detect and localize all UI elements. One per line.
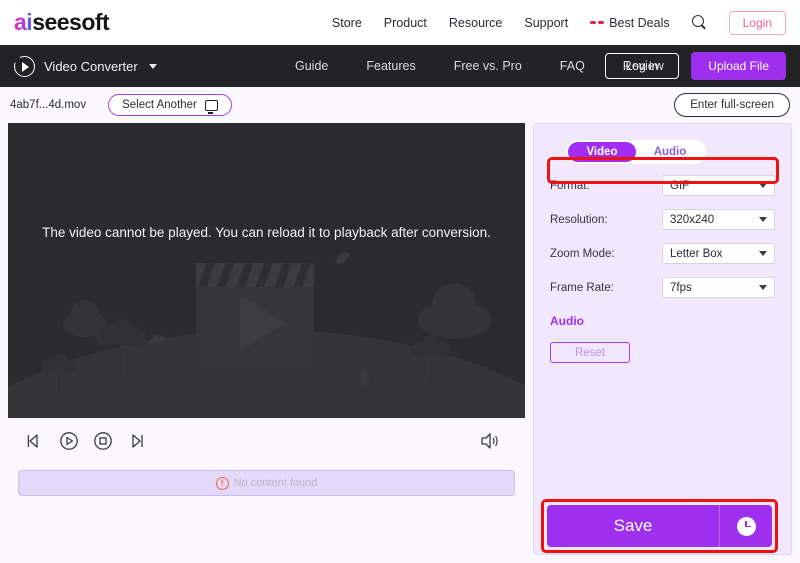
format-label: Format:	[550, 179, 590, 192]
play-triangle-icon	[240, 295, 286, 351]
settings-panel: Video Audio Format: GIF Resolution: 320x…	[533, 123, 792, 555]
nav-item-review[interactable]: Review	[623, 59, 664, 73]
nav-item-guide[interactable]: Guide	[295, 59, 328, 73]
zoom-mode-select[interactable]: Letter Box	[662, 243, 775, 264]
zoom-mode-label: Zoom Mode:	[550, 247, 615, 260]
cloud-icon	[418, 283, 492, 339]
nav-item-features[interactable]: Features	[366, 59, 415, 73]
main-area: The video cannot be played. You can relo…	[0, 123, 800, 555]
topnav-item-support[interactable]: Support	[524, 16, 568, 30]
aiseesoft-logo[interactable]: ai seesoft	[14, 9, 110, 36]
select-another-button[interactable]: Select Another	[108, 94, 232, 116]
product-nav-links: Guide Features Free vs. Pro FAQ Review	[295, 59, 664, 73]
tab-video[interactable]: Video	[568, 142, 636, 162]
save-history-button[interactable]	[720, 516, 772, 536]
select-another-label: Select Another	[122, 99, 197, 111]
top-header: ai seesoft Store Product Resource Support…	[0, 0, 800, 45]
chevron-down-icon[interactable]	[148, 63, 157, 69]
product-name: Video Converter	[44, 58, 138, 74]
zoom-mode-value: Letter Box	[670, 247, 723, 260]
audio-section-heading: Audio	[550, 314, 584, 328]
nav-item-free-vs-pro[interactable]: Free vs. Pro	[454, 59, 522, 73]
format-value: GIF	[670, 179, 690, 192]
clock-icon	[736, 516, 756, 536]
tree-icon	[41, 353, 77, 395]
chevron-down-icon	[759, 285, 767, 290]
no-content-bar: ! No content found	[18, 470, 515, 496]
volume-button[interactable]	[477, 428, 503, 454]
logo-seesoft-text: seesoft	[32, 9, 110, 35]
frame-rate-select[interactable]: 7fps	[662, 277, 775, 298]
setting-row-frame-rate: Frame Rate: 7fps	[550, 275, 775, 300]
frame-rate-value: 7fps	[670, 281, 692, 294]
tree-icon	[96, 319, 146, 377]
login-button[interactable]: Login	[728, 10, 786, 35]
player-controls	[8, 418, 525, 464]
search-icon[interactable]	[691, 15, 707, 30]
video-error-message: The video cannot be played. You can relo…	[42, 225, 491, 240]
media-type-tabs: Video Audio	[566, 140, 706, 164]
tree-icon	[411, 335, 451, 381]
resolution-value: 320x240	[670, 213, 715, 226]
chevron-down-icon	[759, 183, 767, 188]
stop-button[interactable]	[90, 428, 116, 454]
nav-item-faq[interactable]: FAQ	[560, 59, 585, 73]
tab-audio[interactable]: Audio	[636, 142, 704, 162]
topnav-item-resource[interactable]: Resource	[449, 16, 503, 30]
top-nav: Store Product Resource Support Best Deal…	[332, 10, 786, 35]
frame-rate-label: Frame Rate:	[550, 281, 614, 294]
video-stage[interactable]: The video cannot be played. You can relo…	[8, 123, 525, 418]
setting-row-zoom-mode: Zoom Mode: Letter Box	[550, 241, 775, 266]
setting-row-format: Format: GIF	[550, 173, 775, 198]
best-deals-label: Best Deals	[609, 15, 670, 30]
rewind-button[interactable]	[22, 428, 48, 454]
product-brand[interactable]: Video Converter	[14, 55, 157, 77]
product-nav: Video Converter Guide Features Free vs. …	[0, 45, 800, 87]
no-content-text: No content found	[233, 477, 318, 489]
format-select[interactable]: GIF	[662, 175, 775, 196]
warning-icon: !	[215, 476, 229, 490]
play-button[interactable]	[56, 428, 82, 454]
chevron-down-icon	[759, 217, 767, 222]
deals-icon	[590, 18, 605, 27]
resolution-select[interactable]: 320x240	[662, 209, 775, 230]
leaf-icon	[335, 249, 350, 267]
save-area: Save	[547, 505, 772, 547]
enter-full-screen-button[interactable]: Enter full-screen	[674, 93, 790, 117]
video-converter-icon	[14, 55, 35, 77]
file-name: 4ab7f...4d.mov	[10, 99, 87, 111]
save-button[interactable]: Save	[547, 505, 772, 547]
video-section: The video cannot be played. You can relo…	[8, 123, 525, 555]
topnav-item-product[interactable]: Product	[384, 16, 427, 30]
chevron-down-icon	[759, 251, 767, 256]
monitor-icon	[204, 99, 218, 114]
fast-forward-button[interactable]	[124, 428, 150, 454]
topnav-item-store[interactable]: Store	[332, 16, 362, 30]
setting-row-resolution: Resolution: 320x240	[550, 207, 775, 232]
upload-file-button[interactable]: Upload File	[691, 52, 786, 80]
logo-ai-text: ai	[14, 9, 33, 35]
topnav-item-best-deals[interactable]: Best Deals	[590, 15, 670, 30]
resolution-label: Resolution:	[550, 213, 608, 226]
reset-button[interactable]: Reset	[550, 342, 630, 363]
file-bar: 4ab7f...4d.mov Select Another Enter full…	[0, 87, 800, 123]
app-root: ai seesoft Store Product Resource Support…	[0, 0, 800, 563]
save-label: Save	[613, 516, 653, 535]
